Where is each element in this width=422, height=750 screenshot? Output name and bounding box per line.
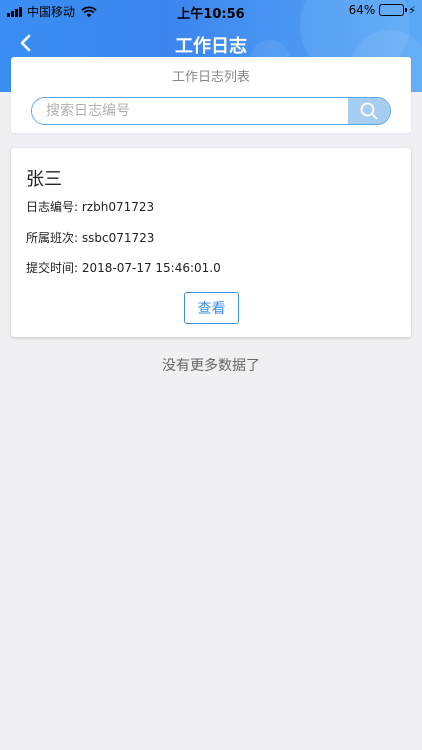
status-right: 64% ⚡ bbox=[349, 3, 416, 17]
log-number-row: 日志编号: rzbh071723 bbox=[26, 198, 154, 215]
no-more-data-text: 没有更多数据了 bbox=[162, 358, 260, 374]
log-submit-time-row: 提交时间: 2018-07-17 15:46:01.0 bbox=[26, 259, 221, 276]
log-card: 张三 日志编号: rzbh071723 所属班次: ssbc071723 提交时… bbox=[11, 148, 411, 337]
search-button[interactable] bbox=[348, 98, 390, 124]
search-box bbox=[31, 97, 391, 125]
search-card: 工作日志列表 bbox=[11, 57, 411, 133]
log-number-label: 日志编号: bbox=[26, 200, 82, 214]
battery-icon bbox=[379, 4, 408, 16]
log-submit-time-value: 2018-07-17 15:46:01.0 bbox=[81, 261, 221, 275]
battery-percent: 64% bbox=[348, 3, 376, 17]
chevron-left-icon bbox=[20, 34, 31, 52]
list-title: 工作日志列表 bbox=[171, 70, 250, 85]
log-shift-label: 所属班次: bbox=[26, 231, 82, 245]
log-author-name: 张三 bbox=[26, 169, 62, 190]
search-icon bbox=[360, 102, 378, 120]
search-input[interactable] bbox=[32, 98, 348, 124]
log-number-value: rzbh071723 bbox=[81, 200, 155, 214]
log-shift-value: ssbc071723 bbox=[81, 231, 155, 245]
log-shift-row: 所属班次: ssbc071723 bbox=[26, 229, 154, 246]
back-button[interactable] bbox=[12, 30, 38, 56]
view-button[interactable]: 查看 bbox=[184, 292, 239, 324]
charging-bolt-icon: ⚡ bbox=[408, 3, 416, 17]
status-bar: 中国移动 上午10:56 64% ⚡ bbox=[0, 0, 422, 22]
page-title: 工作日志 bbox=[175, 36, 247, 57]
log-submit-time-label: 提交时间: bbox=[26, 261, 82, 275]
